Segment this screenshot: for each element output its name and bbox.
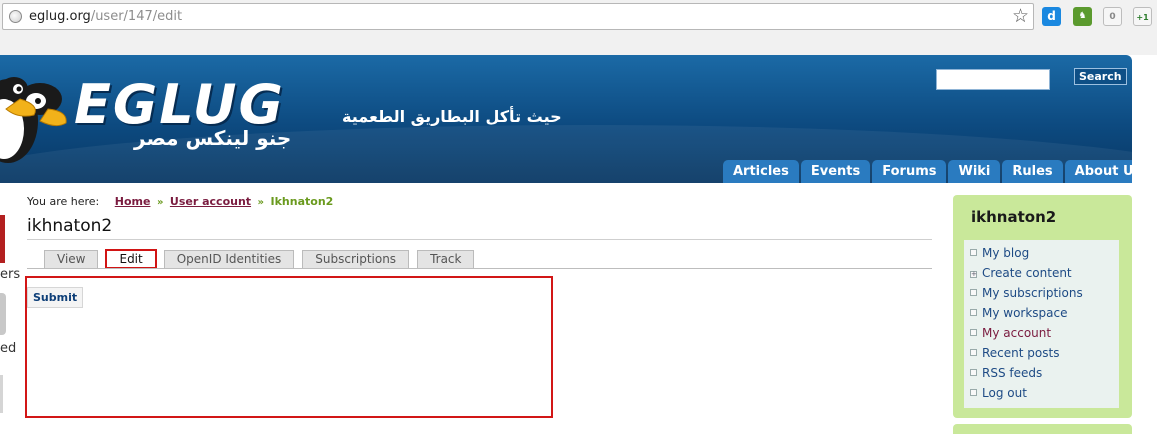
left-sidebar-text: ed xyxy=(0,341,17,356)
page-title: ikhnaton2 xyxy=(27,216,113,236)
user-menu-item-rss-feeds[interactable]: RSS feeds xyxy=(970,364,1042,382)
user-menu-label: Create content xyxy=(982,266,1072,280)
nav-about-us[interactable]: About Us xyxy=(1064,160,1132,183)
evernote-extension-icon[interactable]: ♞ xyxy=(1073,7,1092,26)
tab-edit[interactable]: Edit xyxy=(105,249,157,269)
user-menu-label: Recent posts xyxy=(982,346,1060,360)
breadcrumb-home-link[interactable]: Home xyxy=(115,195,151,208)
globe-icon xyxy=(9,10,22,23)
tab-subscriptions[interactable]: Subscriptions xyxy=(302,250,410,268)
user-menu-label: Log out xyxy=(982,386,1027,400)
user-menu-item-create-content[interactable]: + Create content xyxy=(970,264,1072,282)
nav-articles[interactable]: Articles xyxy=(723,160,799,183)
user-menu: My blog + Create content My subscriptions… xyxy=(964,240,1119,408)
site-header: EGLUG جنو لينكس مصر حيث تأكل البطاريق ال… xyxy=(0,55,1132,183)
search-button[interactable]: Search xyxy=(1074,68,1127,85)
left-sidebar-image xyxy=(0,293,6,335)
search-input[interactable] xyxy=(936,69,1050,90)
collapsed-bullet-icon xyxy=(970,369,977,376)
url-host: eglug.org xyxy=(29,9,91,24)
primary-nav: Articles Events Forums Wiki Rules About … xyxy=(723,160,1132,183)
user-navigation-block: ikhnaton2 My blog + Create content My sub… xyxy=(953,195,1132,418)
url-text[interactable]: eglug.org/user/147/edit xyxy=(29,9,182,24)
penguins-logo-icon xyxy=(0,77,67,163)
site-logo-subtitle: جنو لينكس مصر xyxy=(134,126,292,150)
site-slogan: حيث تأكل البطاريق الطعمية xyxy=(342,107,562,126)
user-menu-item-my-blog[interactable]: My blog xyxy=(970,244,1029,262)
nav-wiki[interactable]: Wiki xyxy=(948,160,1001,183)
title-divider xyxy=(27,239,932,240)
expand-plus-icon: + xyxy=(970,270,977,278)
left-sidebar-image xyxy=(0,375,3,413)
tab-view[interactable]: View xyxy=(44,250,99,268)
breadcrumb-current: Ikhnaton2 xyxy=(270,195,334,208)
user-menu-item-recent-posts[interactable]: Recent posts xyxy=(970,344,1059,362)
breadcrumb-separator: » xyxy=(257,197,265,208)
plusone-extension-icon[interactable]: +1 xyxy=(1133,7,1152,26)
breadcrumb: You are here: Home » User account » Ikhn… xyxy=(27,195,333,208)
user-menu-item-my-subscriptions[interactable]: My subscriptions xyxy=(970,284,1083,302)
submit-button[interactable]: Submit xyxy=(27,287,84,308)
user-menu-label: My subscriptions xyxy=(982,286,1083,300)
user-menu-label: My workspace xyxy=(982,306,1068,320)
next-sidebar-block xyxy=(953,424,1132,434)
collapsed-bullet-icon xyxy=(970,329,977,336)
counter-extension-icon[interactable]: 0 xyxy=(1103,7,1122,26)
collapsed-bullet-icon xyxy=(970,349,977,356)
collapsed-bullet-icon xyxy=(970,289,977,296)
nav-events[interactable]: Events xyxy=(800,160,871,183)
tab-track[interactable]: Track xyxy=(417,250,475,268)
tab-openid-identities[interactable]: OpenID Identities xyxy=(163,250,295,268)
nav-rules[interactable]: Rules xyxy=(1002,160,1063,183)
delicious-extension-icon[interactable]: d xyxy=(1042,7,1061,26)
left-sidebar-banner xyxy=(0,215,5,263)
user-menu-label: RSS feeds xyxy=(982,366,1043,380)
left-sidebar-text: ers xyxy=(0,267,21,282)
collapsed-bullet-icon xyxy=(970,249,977,256)
address-bar[interactable]: eglug.org/user/147/edit ☆ xyxy=(2,3,1034,30)
user-menu-item-my-workspace[interactable]: My workspace xyxy=(970,304,1068,322)
user-menu-item-log-out[interactable]: Log out xyxy=(970,384,1027,402)
collapsed-bullet-icon xyxy=(970,389,977,396)
user-menu-label: My blog xyxy=(982,246,1030,260)
user-block-title: ikhnaton2 xyxy=(971,208,1057,226)
collapsed-bullet-icon xyxy=(970,309,977,316)
breadcrumb-user-account-link[interactable]: User account xyxy=(170,195,251,208)
page-tabs: View Edit OpenID Identities Subscription… xyxy=(44,249,475,269)
breadcrumb-separator: » xyxy=(156,197,164,208)
browser-toolbar: eglug.org/user/147/edit ☆ d ♞ 0 +1 xyxy=(0,0,1157,55)
url-path: /user/147/edit xyxy=(90,9,183,24)
nav-forums[interactable]: Forums xyxy=(872,160,947,183)
edit-form-highlight xyxy=(25,276,553,418)
user-menu-label: My account xyxy=(982,326,1052,340)
tabs-divider xyxy=(27,268,932,269)
bookmark-star-icon[interactable]: ☆ xyxy=(1012,6,1029,26)
left-sidebar-clipped: ers ed xyxy=(0,215,20,415)
breadcrumb-label: You are here: xyxy=(27,195,100,208)
user-menu-item-my-account[interactable]: My account xyxy=(970,324,1051,342)
